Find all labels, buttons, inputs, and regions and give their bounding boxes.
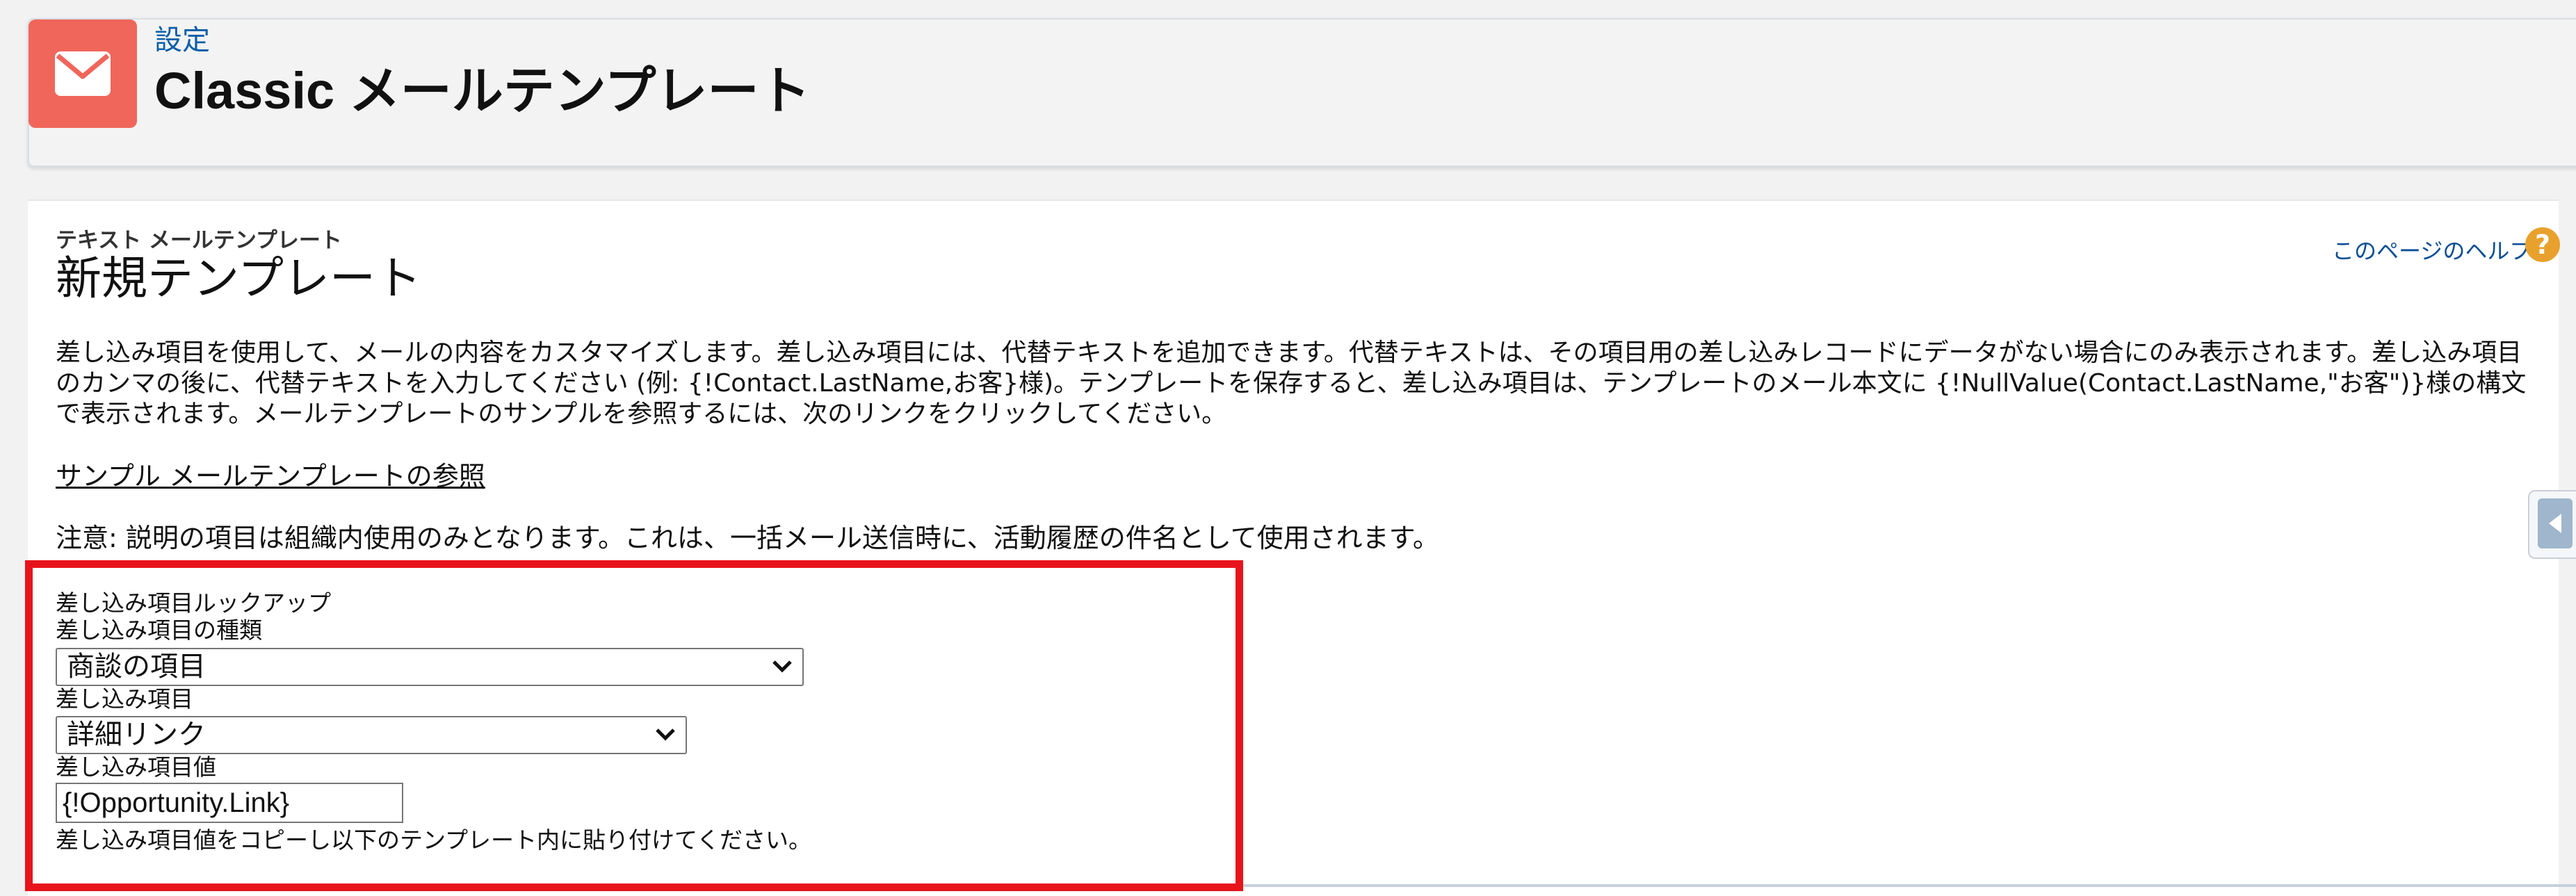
chevron-down-icon [656, 728, 675, 741]
merge-field-description: 差し込み項目を使用して、メールの内容をカスタマイズします。差し込み項目には、代替… [56, 339, 2527, 428]
section-title: 新規テンプレート [56, 252, 422, 305]
help-icon[interactable]: ? [2525, 227, 2560, 262]
template-type-label: テキスト メールテンプレート [56, 228, 342, 253]
merge-value-label: 差し込み項目値 [56, 754, 216, 781]
merge-field-select[interactable]: 詳細リンク [56, 716, 687, 754]
merge-type-label: 差し込み項目の種類 [56, 617, 262, 644]
breadcrumb-setup[interactable]: 設定 [154, 24, 210, 57]
sidebar-collapse-handle [2538, 498, 2573, 548]
merge-lookup-heading: 差し込み項目ルックアップ [56, 589, 331, 617]
chevron-left-icon [2549, 514, 2561, 533]
note-text: 注意: 説明の項目は組織内使用のみとなります。これは、一括メール送信時に、活動履… [56, 523, 1439, 553]
merge-type-select[interactable]: 商談の項目 [56, 648, 804, 686]
merge-value-input[interactable] [56, 783, 403, 823]
sidebar-collapse-tab[interactable] [2528, 490, 2576, 559]
email-template-icon [29, 19, 137, 128]
merge-field-value: 詳細リンク [67, 719, 206, 751]
merge-type-value: 商談の項目 [67, 651, 206, 683]
sample-template-link[interactable]: サンプル メールテンプレートの参照 [56, 460, 485, 492]
chevron-down-icon [772, 660, 792, 673]
envelope-icon [55, 51, 111, 96]
merge-field-label: 差し込み項目 [56, 685, 193, 712]
page-title: Classic メールテンプレート [154, 62, 811, 120]
help-link[interactable]: このページのヘルプ [2332, 237, 2532, 265]
panel-bottom-border [1243, 884, 2576, 887]
merge-instruction: 差し込み項目値をコピーし以下のテンプレート内に貼り付けてください。 [56, 826, 812, 854]
